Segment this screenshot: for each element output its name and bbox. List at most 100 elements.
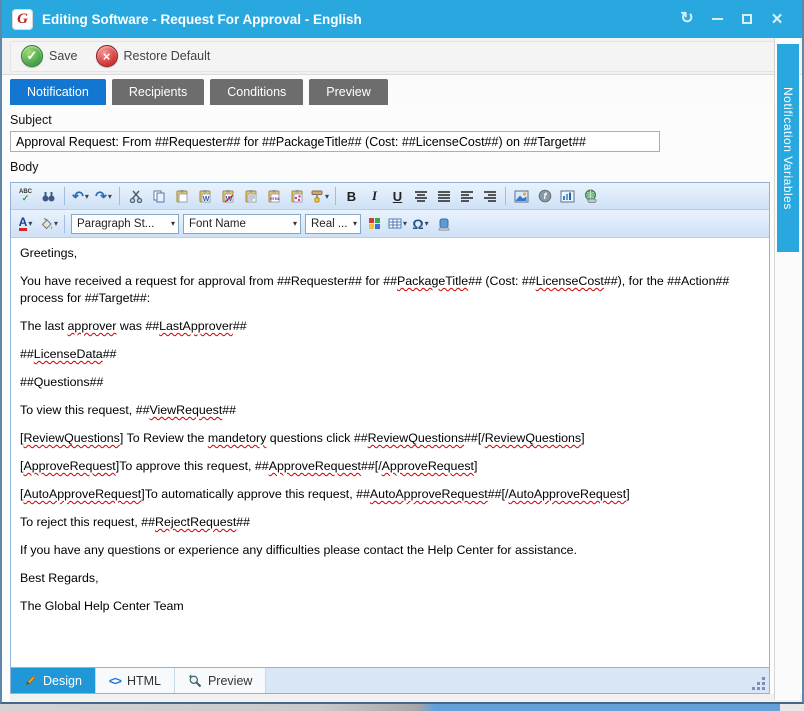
misspelled-word: ApproveRequest [382,459,474,473]
misspelled-word: mandetory [208,431,267,445]
misspelled-word: LicenseData [34,347,103,361]
insert-module-button[interactable] [432,213,455,234]
restore-x-icon: × [96,45,118,67]
paste-from-word-no-font-button[interactable]: W [216,186,239,207]
paragraph-style-dropdown[interactable]: Paragraph St...▾ [71,214,179,234]
paste-plain-text-icon [244,189,258,203]
misspelled-word: PackageTitle [397,274,468,288]
rich-text-editor: ABC✓↶▾↷▾WWHTML▾BIUf A▾▾Paragraph St...▾F… [10,182,770,668]
hyperlink-manager-button[interactable] [579,186,602,207]
mode-tab-preview[interactable]: Preview [175,668,266,693]
tab-conditions[interactable]: Conditions [210,79,303,105]
find-and-replace-button[interactable] [37,186,60,207]
body-paragraph: To reject this request, ##RejectRequest#… [20,514,760,531]
minimize-button[interactable] [702,6,732,32]
paste-button[interactable] [170,186,193,207]
editor-body[interactable]: Greetings,You have received a request fo… [11,237,769,667]
align-center-button[interactable] [409,186,432,207]
bold-button[interactable]: B [340,186,363,207]
toolbar-separator [335,187,336,205]
foreground-color-button[interactable]: A▾ [14,213,37,234]
command-toolbar: ✓ Save × Restore Default [2,38,802,75]
subject-input[interactable] [10,131,660,152]
paste-as-html-icon: HTML [267,189,281,203]
cut-button[interactable] [124,186,147,207]
paste-plain-text-button[interactable] [239,186,262,207]
close-button[interactable]: × [762,6,792,32]
toolbar-separator [64,215,65,233]
body-paragraph: Greetings, [20,245,760,262]
justify-button[interactable] [432,186,455,207]
insert-table-button[interactable]: ▾ [386,213,409,234]
paste-icon [175,189,189,203]
redo-button[interactable]: ↷▾ [92,186,115,207]
chevron-down-icon: ▾ [425,219,429,228]
body-paragraph: [ApproveRequest]To approve this request,… [20,458,760,475]
flash-manager-button[interactable]: f [533,186,556,207]
save-button[interactable]: ✓ Save [21,45,78,67]
toolbar-separator [119,187,120,205]
maximize-button[interactable] [732,6,762,32]
foreground-color-icon: A [19,217,28,231]
apply-css-class-button[interactable] [363,213,386,234]
misspelled-word: approver [68,319,117,333]
undo-button[interactable]: ↶▾ [69,186,92,207]
media-manager-icon [560,190,575,203]
misspelled-word: ReviewQuestions [485,431,581,445]
background-color-icon [39,217,53,231]
main-tab-strip: NotificationRecipientsConditionsPreview [2,75,802,105]
bold-icon: B [347,189,356,204]
chevron-down-icon: ▾ [403,219,407,228]
redo-icon: ↷ [95,189,107,203]
image-manager-icon [514,190,529,203]
refresh-button[interactable]: ↻ [672,6,702,32]
spellcheck-button[interactable]: ABC✓ [14,186,37,207]
resize-grip[interactable] [751,676,765,690]
paste-from-word-button[interactable]: W [193,186,216,207]
misspelled-word: ReviewQuestions [23,431,119,445]
titlebar[interactable]: G Editing Software - Request For Approva… [2,0,802,38]
app-logo-icon: G [12,9,33,30]
paste-as-html-button[interactable]: HTML [262,186,285,207]
align-left-button[interactable] [455,186,478,207]
cut-icon [129,189,143,203]
chevron-down-icon: ▾ [108,192,112,201]
misspelled-word: LicenseCost [536,274,604,288]
tab-preview[interactable]: Preview [309,79,387,105]
mode-tab-html[interactable]: <>HTML [96,668,175,693]
misspelled-word: AutoApproveRequest [508,487,626,501]
body-paragraph: ##Questions## [20,374,760,391]
maximize-icon [742,14,752,24]
body-label: Body [10,160,802,174]
format-painter-button[interactable]: ▾ [308,186,331,207]
chevron-down-icon: ▾ [28,219,32,228]
editor-mode-strip: Design<>HTMLPreview [10,668,770,694]
undo-icon: ↶ [72,189,84,203]
background-color-button[interactable]: ▾ [37,213,60,234]
font-name-dropdown[interactable]: Font Name▾ [183,214,301,234]
hyperlink-manager-icon [583,189,598,203]
chevron-down-icon: ▾ [85,192,89,201]
font-size-dropdown[interactable]: Real ...▾ [305,214,361,234]
mode-tab-design[interactable]: Design [11,668,96,693]
align-center-icon [414,190,428,202]
misspelled-word: ApproveRequest [23,459,115,473]
restore-default-button[interactable]: × Restore Default [96,45,211,67]
editor-toolbar-row-2: A▾▾Paragraph St...▾Font Name▾Real ...▾▾Ω… [11,209,769,237]
notification-variables-tab[interactable]: Notification Variables [777,44,799,252]
underline-button[interactable]: U [386,186,409,207]
paste-special-button[interactable] [285,186,308,207]
tab-notification[interactable]: Notification [10,79,106,105]
italic-button[interactable]: I [363,186,386,207]
window-bottom-frame [10,694,802,702]
image-manager-button[interactable] [510,186,533,207]
media-manager-button[interactable] [556,186,579,207]
insert-symbol-button[interactable]: Ω▾ [409,213,432,234]
copy-button[interactable] [147,186,170,207]
body-paragraph: The Global Help Center Team [20,598,760,615]
justify-icon [437,190,451,202]
align-right-button[interactable] [478,186,501,207]
misspelled-word: ApproveRequest [269,459,361,473]
flash-manager-icon: f [538,189,552,203]
tab-recipients[interactable]: Recipients [112,79,204,105]
